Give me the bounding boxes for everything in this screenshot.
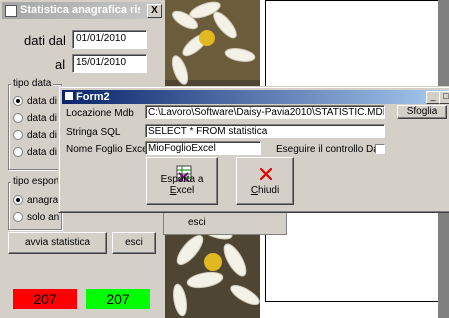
window-icon <box>5 5 17 17</box>
mid-window-strip: esci <box>163 211 287 235</box>
chiudi-button[interactable]: Chiudi <box>236 157 294 205</box>
counter-left: 207 <box>13 289 77 309</box>
radio-data-1[interactable] <box>13 96 23 106</box>
minimize-icon: _ <box>430 91 436 101</box>
al-label: al <box>55 57 66 72</box>
dati-dal-field[interactable]: 01/01/2010 <box>72 30 147 49</box>
al-field[interactable]: 15/01/2010 <box>72 54 147 73</box>
radio-data-2[interactable] <box>13 113 23 123</box>
radio-export-2[interactable] <box>13 212 23 222</box>
close-button[interactable]: X <box>147 4 162 18</box>
radio-label: anagra <box>27 195 59 206</box>
radio-data-3[interactable] <box>13 130 23 140</box>
maximize-button[interactable]: □ <box>439 91 449 104</box>
form2-titlebar: Form2 _ □ <box>62 90 449 104</box>
mid-esci-button[interactable]: esci <box>188 217 206 228</box>
radio-label: solo an <box>27 212 60 223</box>
dati-dal-label: dati dal <box>24 33 66 48</box>
counter-right: 207 <box>86 289 150 309</box>
window-icon <box>65 92 73 100</box>
chiudi-label: Chiudi <box>250 185 280 196</box>
statistica-titlebar: Statistica anagrafica risultati X <box>2 2 162 19</box>
form2-dialog: Form2 _ □ Locazione Mdb C:\Lavoro\Softwa… <box>58 86 449 213</box>
locazione-label: Locazione Mdb <box>66 108 134 119</box>
stringa-sql-label: Stringa SQL <box>66 127 121 138</box>
statistica-title: Statistica anagrafica risultati <box>20 4 140 16</box>
radio-label: data di <box>27 130 58 141</box>
radio-label: data di <box>27 96 58 107</box>
tipo-data-caption: tipo data <box>11 78 54 89</box>
avvia-statistica-button[interactable]: avvia statistica <box>8 232 107 254</box>
form2-title: Form2 <box>76 91 110 103</box>
eseguire-label: Eseguire il controllo Dati <box>276 144 384 155</box>
esporta-excel-button[interactable]: Esporta a Excel <box>146 157 218 205</box>
radio-label: data di <box>27 147 58 158</box>
maximize-icon: □ <box>443 91 449 101</box>
esporta-label: Esporta a Excel <box>160 174 204 196</box>
stringa-sql-field[interactable]: SELECT * FROM statistica <box>145 124 385 138</box>
radio-data-4[interactable] <box>13 147 23 157</box>
tipo-export-caption: tipo esport <box>11 176 62 187</box>
nome-foglio-label: Nome Foglio Excel <box>66 144 150 155</box>
eseguire-checkbox[interactable] <box>375 144 385 154</box>
radio-label: data di <box>27 113 58 124</box>
esci-button[interactable]: esci <box>112 232 156 254</box>
red-x-icon <box>259 167 273 181</box>
minimize-button[interactable]: _ <box>426 91 440 104</box>
nome-foglio-field[interactable]: MioFoglioExcel <box>145 141 261 155</box>
locazione-field[interactable]: C:\Lavoro\Software\Daisy-Pavia2010\STATI… <box>145 105 385 119</box>
sfoglia-button[interactable]: Sfoglia <box>397 105 447 119</box>
close-icon: X <box>151 5 158 16</box>
radio-export-1[interactable] <box>13 195 23 205</box>
